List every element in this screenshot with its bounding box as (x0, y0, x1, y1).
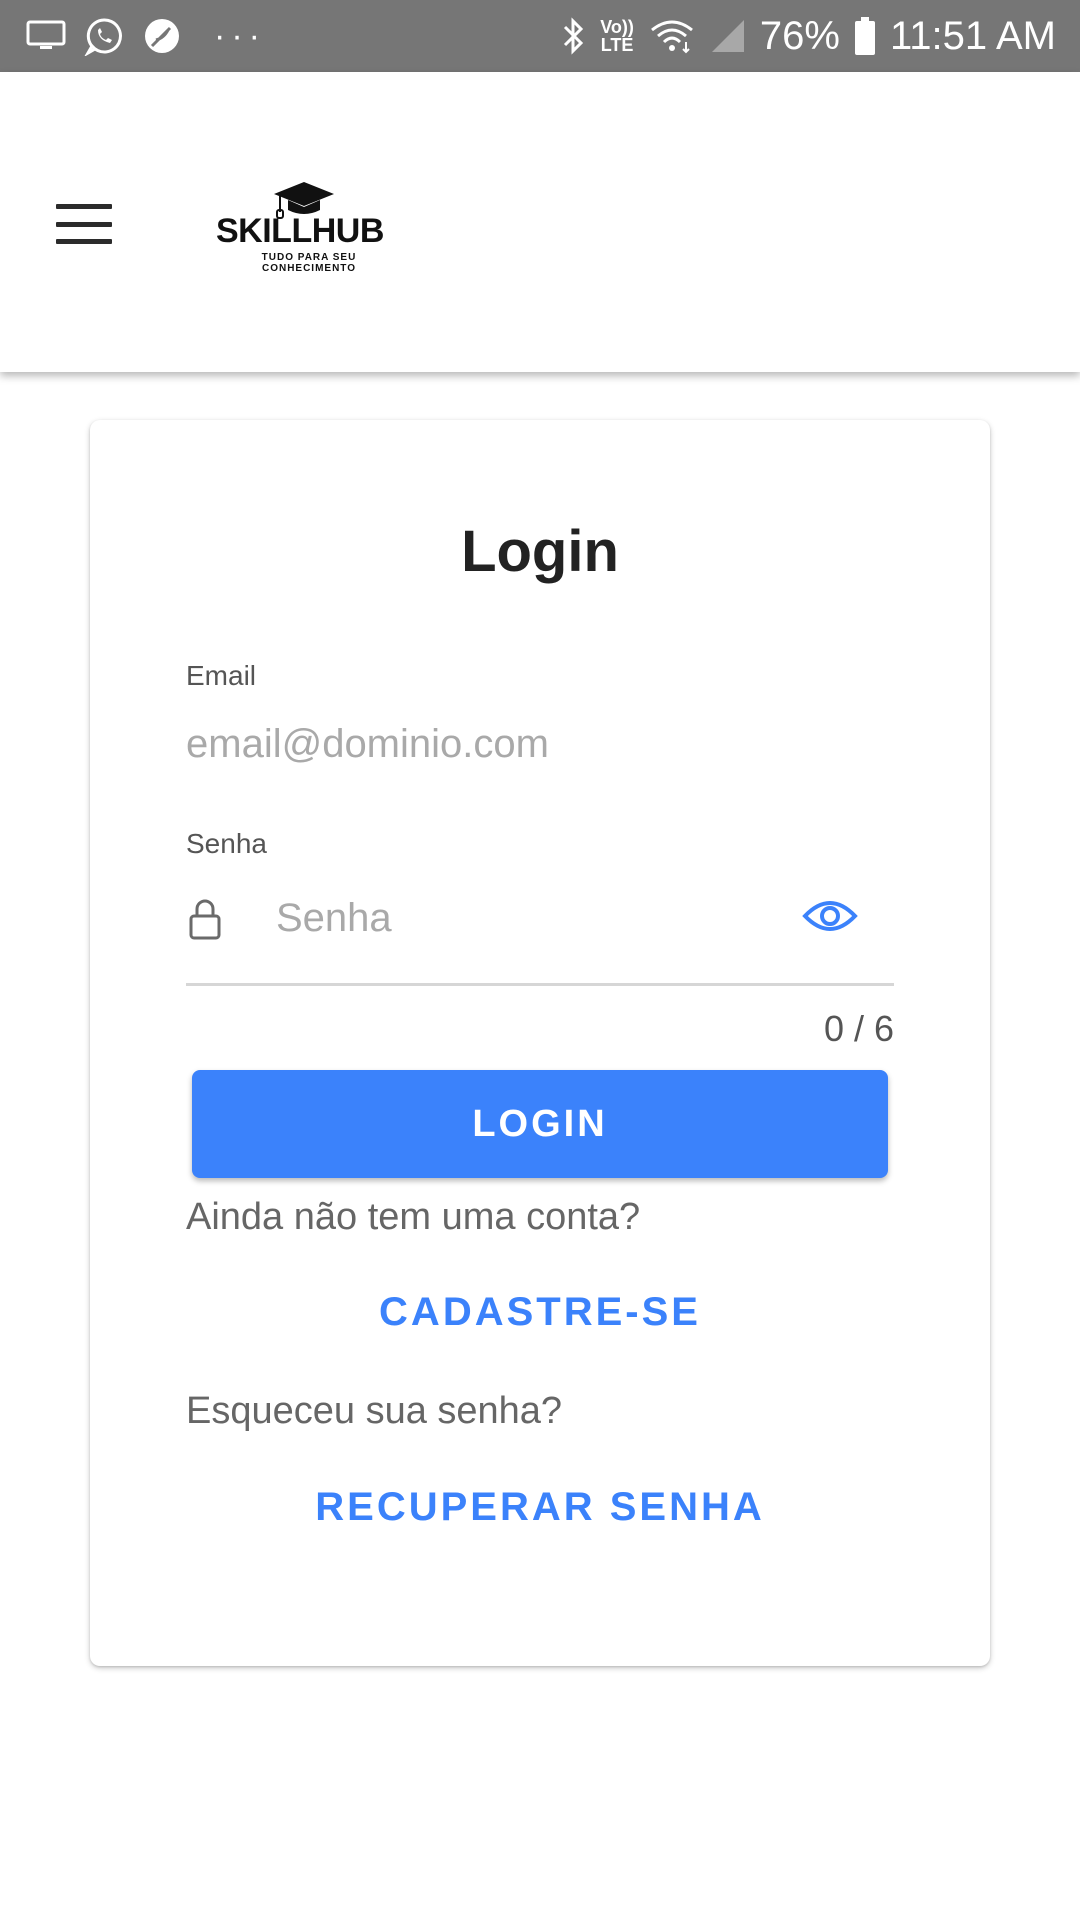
password-char-counter: 0 / 6 (823, 1008, 894, 1049)
battery-icon (854, 16, 876, 56)
logo-wordmark: SKILLHUB (216, 212, 384, 250)
login-card: Login Email Senha 0 / 6 LOGIN Ainda não … (90, 420, 990, 1666)
lock-icon (188, 898, 222, 945)
password-field[interactable] (276, 888, 776, 948)
forgot-password-prompt: Esqueceu sua senha? (186, 1390, 563, 1432)
signup-button[interactable]: CADASTRE-SE (90, 1290, 990, 1335)
email-field[interactable] (186, 716, 886, 772)
wifi-icon (648, 16, 696, 56)
password-label: Senha (186, 828, 267, 859)
status-bar: ··· Vo)) LTE 76% 11:51 AM (0, 0, 1080, 72)
logo-tagline: TUDO PARA SEU CONHECIMENTO (261, 252, 357, 274)
clock: 11:51 AM (889, 13, 1056, 58)
eye-icon[interactable] (802, 896, 858, 941)
page-title: Login (461, 519, 619, 584)
app-bar: SKILLHUB TUDO PARA SEU CONHECIMENTO (0, 72, 1080, 372)
skillhub-logo[interactable]: SKILLHUB TUDO PARA SEU CONHECIMENTO (216, 180, 396, 278)
menu-line (56, 204, 112, 209)
menu-icon[interactable] (56, 204, 112, 244)
status-right-icons: Vo)) LTE 76% 11:51 AM (546, 14, 1056, 59)
menu-line (56, 239, 112, 244)
volte-icon: Vo)) LTE (600, 18, 634, 54)
password-underline (186, 983, 894, 986)
status-left-icons: ··· (26, 16, 284, 56)
volte-label: Vo)) (600, 17, 634, 37)
login-button[interactable]: LOGIN (192, 1070, 888, 1178)
bluetooth-icon (560, 16, 586, 56)
email-label: Email (186, 660, 257, 691)
monitor-icon (26, 19, 66, 53)
feather-icon (142, 16, 182, 56)
menu-line (56, 221, 112, 227)
battery-percentage: 76% (759, 13, 840, 58)
signal-icon (710, 18, 746, 54)
more-notifications-indicator: ··· (214, 17, 266, 55)
whatsapp-icon (84, 16, 124, 56)
lte-label: LTE (600, 35, 634, 55)
recover-password-button[interactable]: RECUPERAR SENHA (90, 1485, 990, 1530)
signup-prompt: Ainda não tem uma conta? (186, 1196, 641, 1238)
